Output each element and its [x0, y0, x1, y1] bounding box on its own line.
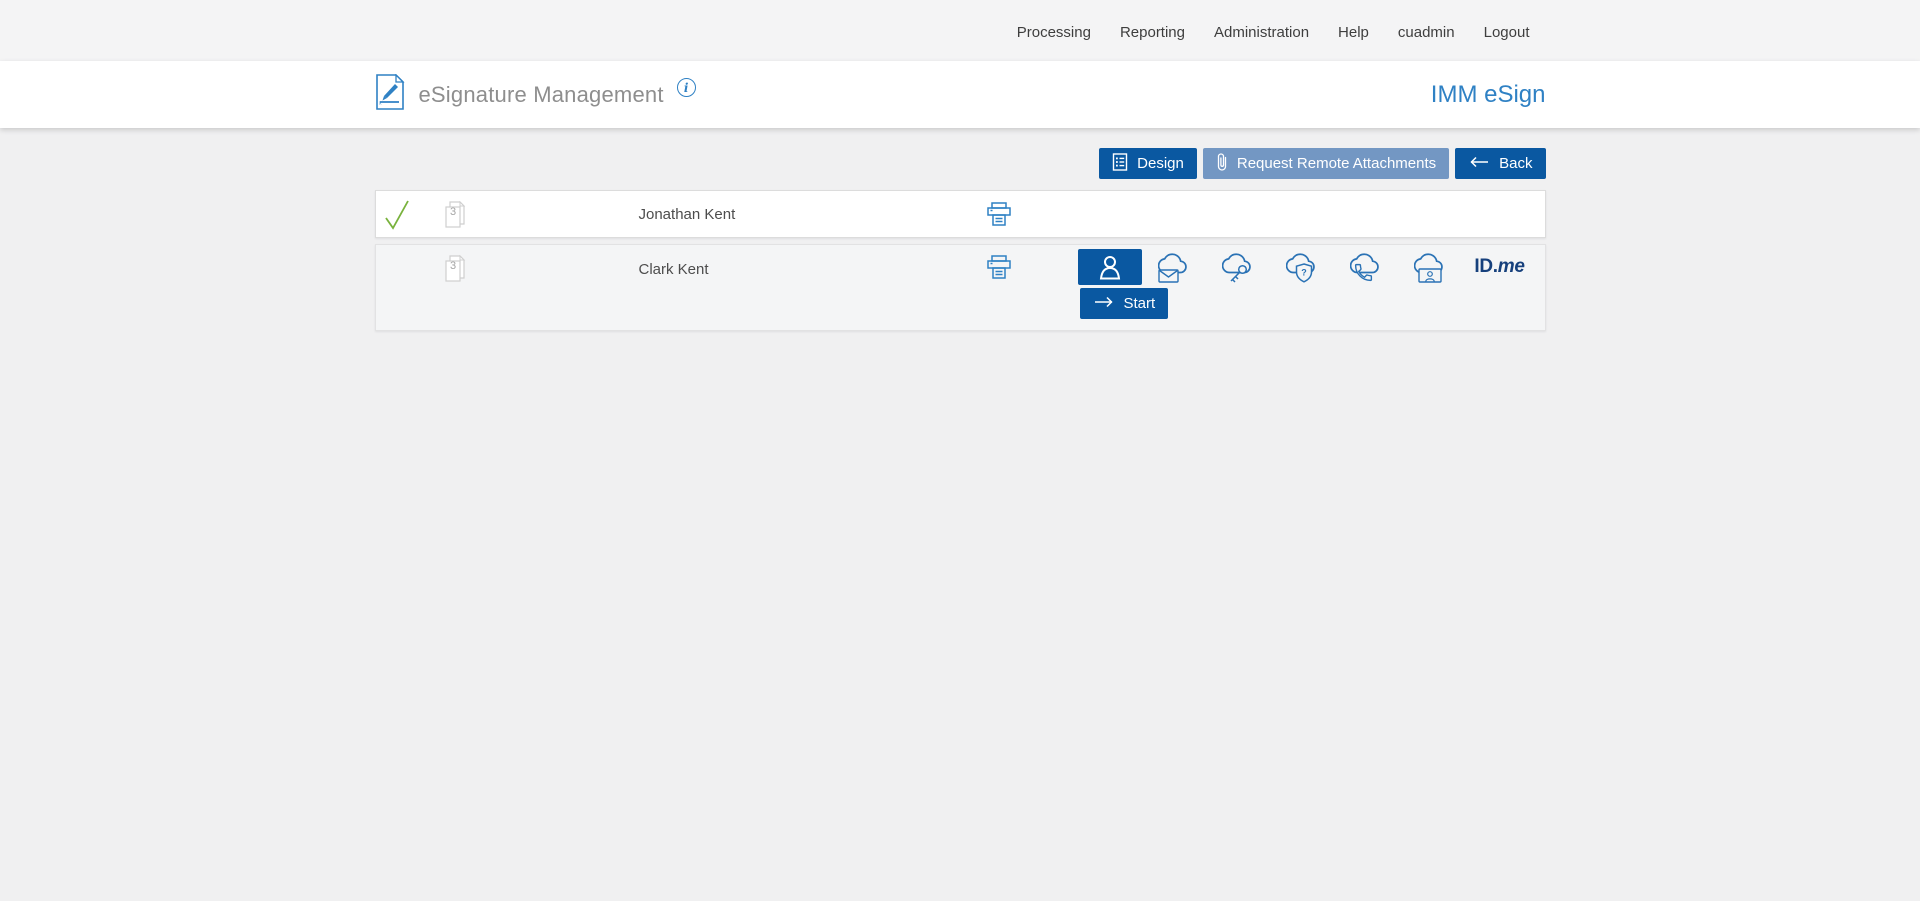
print-icon[interactable] — [985, 253, 1013, 288]
remote-security-question-shield-icon[interactable]: ? — [1270, 251, 1334, 283]
signer-name: Jonathan Kent — [638, 206, 736, 223]
print-icon[interactable] — [985, 200, 1013, 235]
document-stack-icon[interactable]: 3 — [442, 200, 468, 230]
action-toolbar: Design Request Remote Attachments Back — [375, 148, 1546, 179]
idme-icon[interactable]: ID.me — [1462, 256, 1538, 278]
nav-username[interactable]: cuadmin — [1398, 24, 1455, 41]
shield-question-mark: ? — [1301, 268, 1307, 278]
document-count: 3 — [449, 260, 457, 272]
nav-logout[interactable]: Logout — [1484, 24, 1530, 41]
info-icon[interactable]: i — [676, 78, 696, 97]
document-stack-icon[interactable]: 3 — [442, 254, 468, 284]
request-remote-attachments-button[interactable]: Request Remote Attachments — [1202, 148, 1450, 179]
back-button[interactable]: Back — [1455, 148, 1546, 179]
signed-check-icon — [384, 198, 410, 236]
remote-photo-id-icon[interactable] — [1398, 251, 1462, 283]
nav-administration[interactable]: Administration — [1214, 24, 1309, 41]
design-button-label: Design — [1137, 155, 1184, 172]
signer-name: Clark Kent — [638, 261, 709, 278]
start-button[interactable]: Start — [1079, 288, 1169, 319]
page-title: eSignature Management — [418, 81, 664, 107]
design-button[interactable]: Design — [1099, 148, 1197, 179]
back-button-label: Back — [1499, 155, 1533, 172]
nav-reporting[interactable]: Reporting — [1120, 24, 1185, 41]
back-arrow-icon — [1468, 155, 1490, 172]
signer-row-clark-kent[interactable]: 3 Clark Kent ? ID.me Start — [374, 244, 1546, 331]
top-nav-bar: Processing Reporting Administration Help… — [0, 0, 1920, 61]
start-arrow-icon — [1093, 295, 1115, 312]
remote-access-code-key-icon[interactable] — [1206, 251, 1270, 283]
page-header: x eSignature Management i IMM eSign — [0, 61, 1920, 128]
esignature-document-icon: x — [375, 73, 405, 115]
document-count: 3 — [449, 206, 457, 218]
brand-logo: IMM eSign — [1430, 80, 1546, 108]
idme-label-italic: me — [1497, 256, 1525, 277]
start-button-label: Start — [1123, 295, 1156, 312]
signer-row-jonathan-kent[interactable]: 3 Jonathan Kent — [374, 190, 1546, 238]
signing-method-strip: ? ID.me — [1077, 248, 1538, 286]
remote-email-icon[interactable] — [1142, 251, 1206, 283]
request-remote-attachments-label: Request Remote Attachments — [1236, 155, 1437, 172]
nav-help[interactable]: Help — [1338, 24, 1369, 41]
design-document-icon — [1112, 152, 1128, 175]
paperclip-icon — [1216, 152, 1228, 176]
idme-label-bold: ID. — [1474, 256, 1498, 277]
remote-phone-icon[interactable] — [1334, 251, 1398, 283]
in-person-signer-icon[interactable] — [1077, 249, 1142, 285]
nav-processing[interactable]: Processing — [1017, 24, 1091, 41]
